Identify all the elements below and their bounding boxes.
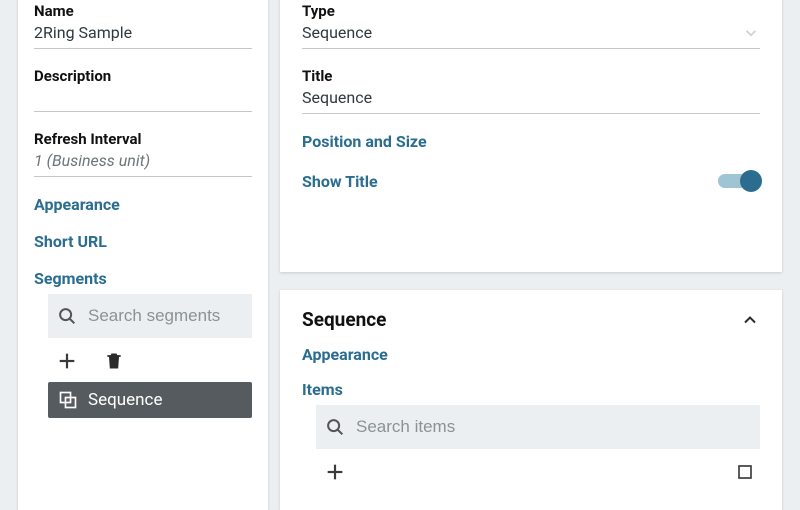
search-icon bbox=[324, 416, 346, 438]
add-item-button[interactable] bbox=[324, 461, 346, 483]
name-label: Name bbox=[34, 2, 252, 20]
sequence-appearance-link[interactable]: Appearance bbox=[302, 345, 760, 364]
chevron-down-icon bbox=[742, 24, 760, 42]
segments-link[interactable]: Segments bbox=[34, 269, 252, 288]
description-label: Description bbox=[34, 67, 252, 85]
add-segment-button[interactable] bbox=[56, 350, 78, 372]
show-title-row: Show Title bbox=[302, 169, 760, 193]
type-row: Type Sequence bbox=[302, 2, 760, 49]
position-size-link[interactable]: Position and Size bbox=[302, 132, 760, 151]
title-label: Title bbox=[302, 67, 760, 85]
items-search-row bbox=[316, 405, 760, 449]
left-properties-panel: Name 2Ring Sample Description Refresh In… bbox=[18, 0, 268, 510]
segments-toolbar bbox=[34, 344, 252, 376]
segment-properties-panel: Type Sequence Title Sequence Position an… bbox=[280, 0, 782, 272]
square-icon[interactable] bbox=[736, 463, 754, 481]
segment-item-label: Sequence bbox=[88, 390, 162, 410]
delete-segment-button[interactable] bbox=[104, 350, 124, 372]
show-title-toggle[interactable] bbox=[718, 169, 760, 193]
segments-search-row bbox=[48, 294, 252, 338]
items-link[interactable]: Items bbox=[302, 380, 760, 399]
segments-search-input[interactable] bbox=[88, 306, 309, 326]
segments-area: Sequence bbox=[34, 294, 252, 418]
chevron-up-icon bbox=[740, 310, 760, 330]
items-block bbox=[302, 405, 760, 483]
segment-item-sequence[interactable]: Sequence bbox=[48, 382, 252, 418]
description-field[interactable] bbox=[34, 88, 252, 112]
type-label: Type bbox=[302, 2, 760, 20]
refresh-interval-label: Refresh Interval bbox=[34, 130, 252, 148]
items-search-input[interactable] bbox=[356, 417, 752, 437]
sequence-panel: Sequence Appearance Items bbox=[280, 290, 782, 510]
items-toolbar bbox=[302, 455, 760, 483]
refresh-interval-field[interactable]: 1 (Business unit) bbox=[34, 151, 252, 177]
appearance-link[interactable]: Appearance bbox=[34, 195, 252, 214]
show-title-label: Show Title bbox=[302, 172, 378, 191]
name-field[interactable]: 2Ring Sample bbox=[34, 23, 252, 49]
type-select[interactable]: Sequence bbox=[302, 23, 760, 49]
short-url-link[interactable]: Short URL bbox=[34, 232, 252, 251]
title-field[interactable]: Sequence bbox=[302, 88, 760, 114]
search-icon bbox=[56, 305, 78, 327]
sequence-section-header[interactable]: Sequence bbox=[302, 308, 760, 331]
sequence-section-title: Sequence bbox=[302, 308, 386, 331]
segment-type-icon bbox=[58, 390, 78, 410]
